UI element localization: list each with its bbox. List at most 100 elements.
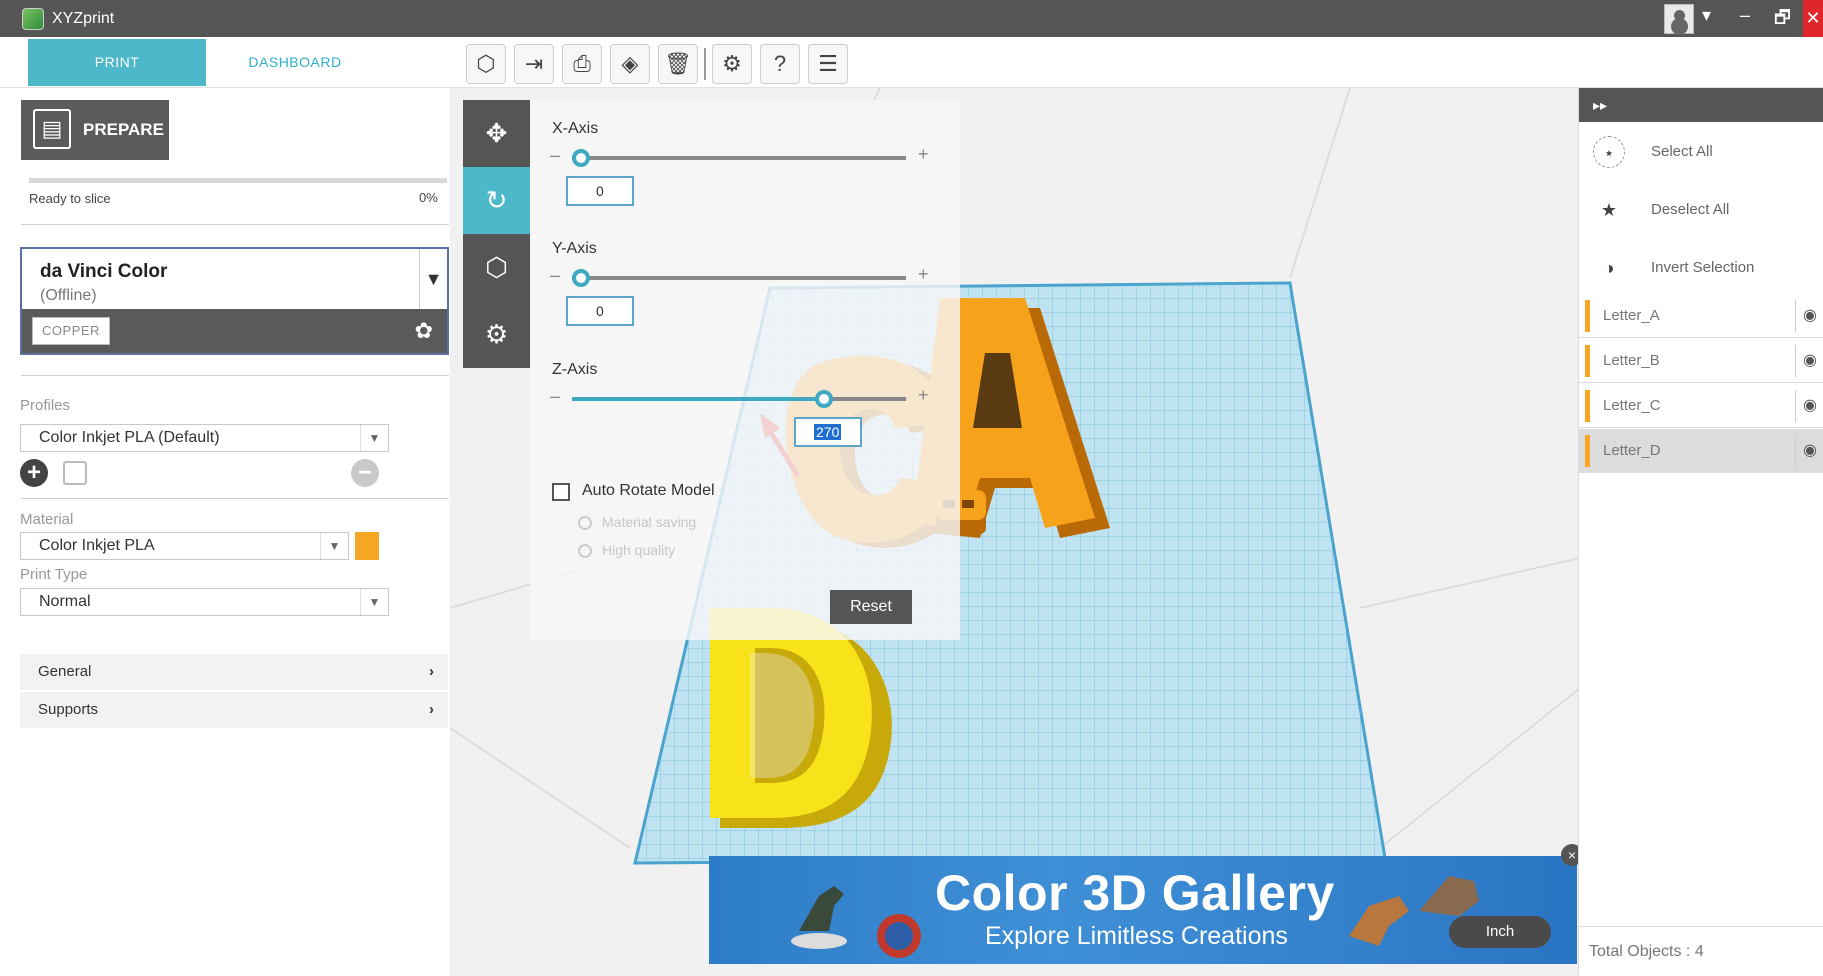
help-icon[interactable]: ? bbox=[760, 44, 800, 84]
tab-print[interactable]: PRINT bbox=[28, 39, 206, 86]
transform-tool-strip: ✥ ↻ ⬡ ⚙ bbox=[463, 100, 530, 368]
select-all-button[interactable]: ⋆ Select All bbox=[1579, 128, 1823, 176]
object-row-letter-a[interactable]: Letter_A ◉ bbox=[1579, 294, 1823, 338]
visibility-eye-icon[interactable]: ◉ bbox=[1795, 435, 1823, 467]
x-axis-increment[interactable]: + bbox=[918, 144, 929, 165]
account-dropdown-button[interactable]: ▾ bbox=[1702, 5, 1711, 26]
scale-tool-icon[interactable]: ⬡ bbox=[463, 234, 530, 301]
object-row-letter-b[interactable]: Letter_B ◉ bbox=[1579, 339, 1823, 383]
toolbar-divider bbox=[704, 48, 706, 80]
prepare-button[interactable]: ▤ PREPARE bbox=[21, 100, 169, 160]
slice-progress-bar bbox=[29, 178, 447, 183]
visibility-eye-icon[interactable]: ◉ bbox=[1795, 345, 1823, 377]
app-logo-icon bbox=[22, 8, 44, 30]
material-select-value: Color Inkjet PLA bbox=[39, 537, 155, 554]
save-profile-icon[interactable] bbox=[63, 461, 87, 485]
reset-button[interactable]: Reset bbox=[830, 590, 912, 624]
objects-footer: Total Objects : 4 bbox=[1579, 926, 1823, 976]
y-axis-slider-handle[interactable] bbox=[572, 269, 590, 287]
minimize-button[interactable]: – bbox=[1740, 5, 1750, 26]
collapse-panel-icon[interactable]: ▸▸ bbox=[1579, 88, 1823, 122]
z-axis-slider-fill bbox=[572, 397, 822, 401]
material-saving-radio[interactable] bbox=[578, 516, 592, 530]
invert-selection-button[interactable]: ◑ Invert Selection bbox=[1579, 244, 1823, 292]
tab-bar: PRINT DASHBOARD bbox=[0, 37, 1823, 88]
section-supports[interactable]: Supports › bbox=[20, 692, 448, 728]
invert-selection-icon: ◑ bbox=[1603, 258, 1615, 278]
remove-profile-icon[interactable]: − bbox=[351, 459, 379, 487]
divider bbox=[21, 375, 449, 376]
x-axis-slider-handle[interactable] bbox=[572, 149, 590, 167]
x-axis-decrement[interactable]: – bbox=[550, 145, 560, 166]
printer-status: (Offline) bbox=[40, 287, 97, 304]
printer-settings-gear-icon[interactable]: ✿ bbox=[415, 318, 433, 344]
object-row-letter-c[interactable]: Letter_C ◉ bbox=[1579, 384, 1823, 428]
z-axis-input[interactable]: 270 bbox=[794, 417, 862, 447]
slice-progress-percent: 0% bbox=[419, 190, 438, 205]
material-label: Material bbox=[20, 511, 74, 528]
profile-select[interactable]: Color Inkjet PLA (Default) ▼ bbox=[20, 424, 389, 452]
y-axis-decrement[interactable]: – bbox=[550, 265, 560, 286]
object-row-letter-d[interactable]: Letter_D ◉ bbox=[1579, 429, 1823, 473]
gallery-banner[interactable]: Color 3D Gallery Explore Limitless Creat… bbox=[709, 856, 1577, 964]
high-quality-radio[interactable] bbox=[578, 544, 592, 558]
arrange-tool-icon[interactable]: ⚙ bbox=[463, 301, 530, 368]
restore-button[interactable]: 🗗 bbox=[1774, 5, 1791, 35]
visibility-eye-icon[interactable]: ◉ bbox=[1795, 390, 1823, 422]
close-window-button[interactable]: ✕ bbox=[1803, 0, 1823, 37]
profile-select-value: Color Inkjet PLA (Default) bbox=[39, 429, 220, 446]
banner-title: Color 3D Gallery bbox=[935, 865, 1335, 921]
save-project-icon[interactable]: ⎙ bbox=[562, 44, 602, 84]
prepare-button-label: PREPARE bbox=[83, 120, 164, 139]
add-profile-icon[interactable]: + bbox=[20, 459, 48, 487]
auto-rotate-checkbox[interactable] bbox=[552, 483, 570, 501]
move-tool-icon[interactable]: ✥ bbox=[463, 100, 530, 167]
import-model-icon[interactable]: ⬡ bbox=[466, 44, 506, 84]
print-type-select[interactable]: Normal ▼ bbox=[20, 588, 389, 616]
printer-nickname-tag: COPPER bbox=[32, 317, 110, 345]
model-view-icon[interactable]: ◈ bbox=[610, 44, 650, 84]
material-select[interactable]: Color Inkjet PLA ▼ bbox=[20, 532, 349, 560]
user-account-icon[interactable] bbox=[1664, 4, 1694, 34]
tutorial-icon[interactable]: ☰ bbox=[808, 44, 848, 84]
object-color-bar bbox=[1585, 390, 1590, 422]
z-axis-slider-handle[interactable] bbox=[815, 390, 833, 408]
slice-status: Ready to slice bbox=[29, 191, 111, 206]
total-objects-count: Total Objects : 4 bbox=[1589, 943, 1704, 960]
rotate-tool-icon[interactable]: ↻ bbox=[463, 167, 530, 234]
printer-info-bar: COPPER ✿ bbox=[22, 309, 447, 353]
invert-selection-label: Invert Selection bbox=[1651, 259, 1755, 276]
chevron-down-icon[interactable]: ▼ bbox=[419, 249, 447, 311]
select-all-label: Select All bbox=[1651, 143, 1713, 160]
z-axis-slider[interactable] bbox=[572, 390, 906, 408]
tab-dashboard[interactable]: DASHBOARD bbox=[206, 39, 384, 86]
section-general[interactable]: General › bbox=[20, 654, 448, 690]
visibility-eye-icon[interactable]: ◉ bbox=[1795, 300, 1823, 332]
settings-icon[interactable]: ⚙ bbox=[712, 44, 752, 84]
z-axis-increment[interactable]: + bbox=[918, 385, 929, 406]
unit-toggle-button[interactable]: Inch bbox=[1449, 916, 1551, 948]
section-general-label: General bbox=[38, 663, 92, 680]
x-axis-input[interactable]: 0 bbox=[566, 176, 634, 206]
delete-icon[interactable]: 🗑 bbox=[658, 44, 698, 84]
object-name: Letter_D bbox=[1603, 442, 1661, 459]
printer-selector[interactable]: da Vinci Color (Offline) ▼ COPPER ✿ bbox=[20, 247, 449, 355]
z-axis-decrement[interactable]: – bbox=[550, 386, 560, 407]
deselect-all-icon: ★ bbox=[1600, 200, 1618, 220]
object-color-bar bbox=[1585, 300, 1590, 332]
material-color-swatch[interactable] bbox=[355, 532, 379, 560]
x-axis-slider[interactable] bbox=[572, 149, 906, 167]
print-type-select-value: Normal bbox=[39, 593, 91, 610]
profiles-label: Profiles bbox=[20, 397, 71, 414]
object-color-bar bbox=[1585, 345, 1590, 377]
y-axis-increment[interactable]: + bbox=[918, 264, 929, 285]
y-axis-slider[interactable] bbox=[572, 269, 906, 287]
section-supports-label: Supports bbox=[38, 701, 99, 718]
title-bar: XYZprint ▾ – 🗗 ✕ bbox=[0, 0, 1823, 37]
layers-icon: ▤ bbox=[33, 109, 71, 149]
divider bbox=[21, 224, 449, 225]
y-axis-input[interactable]: 0 bbox=[566, 296, 634, 326]
deselect-all-button[interactable]: ★ Deselect All bbox=[1579, 186, 1823, 234]
object-name: Letter_C bbox=[1603, 397, 1661, 414]
export-icon[interactable]: ⇥ bbox=[514, 44, 554, 84]
